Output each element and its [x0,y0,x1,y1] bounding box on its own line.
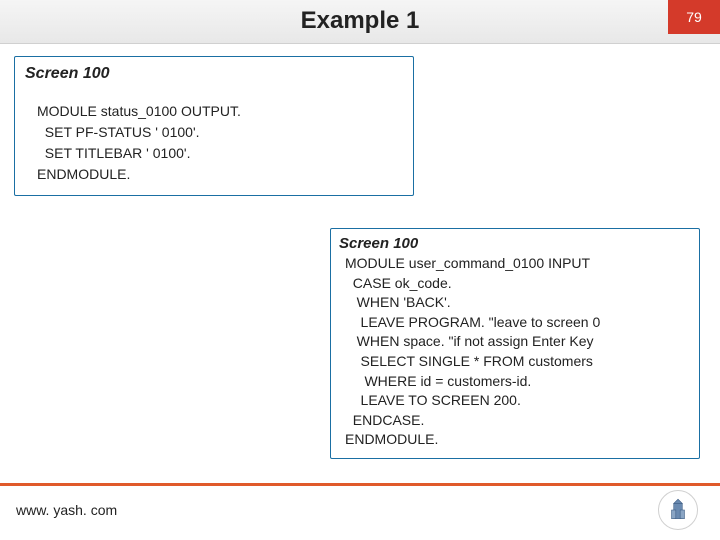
screen-label-2: Screen 100 [339,235,691,252]
code-box-input: Screen 100 MODULE user_command_0100 INPU… [330,228,700,459]
page-title: Example 1 [0,0,720,42]
building-icon [665,497,691,523]
code-box-output: Screen 100 MODULE status_0100 OUTPUT. SE… [14,56,414,196]
footer-logo-icon [658,490,698,530]
code-block-output: MODULE status_0100 OUTPUT. SET PF-STATUS… [25,101,403,185]
footer-url: www. yash. com [16,502,117,518]
screen-label-1: Screen 100 [25,65,403,83]
page-number-badge: 79 [668,0,720,34]
header-bar: Example 1 79 [0,0,720,44]
footer-divider [0,483,720,486]
code-block-input: MODULE user_command_0100 INPUT CASE ok_c… [339,254,691,450]
